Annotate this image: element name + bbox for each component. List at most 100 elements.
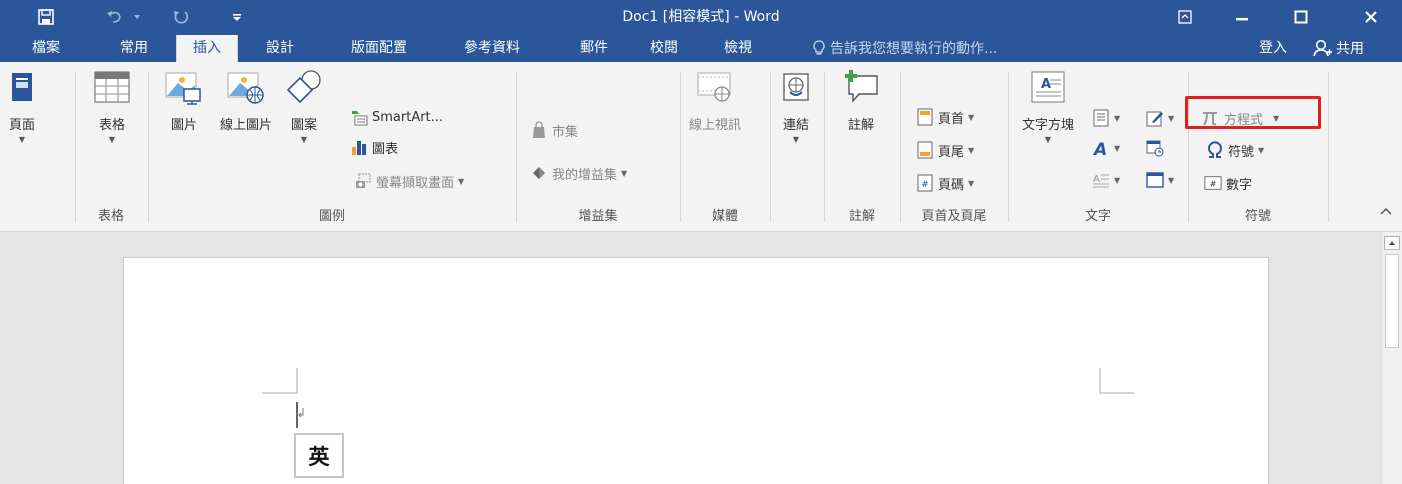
lightbulb-icon <box>813 40 825 55</box>
online-pictures-icon <box>226 66 266 108</box>
share-label: 共用 <box>1336 41 1364 57</box>
link-icon <box>776 66 816 108</box>
bar-chart-icon <box>350 138 368 156</box>
ribbon-tab-bar: 檔案 常用 插入 設計 版面配置 參考資料 郵件 校閱 檢視 告訴我您想要執行的… <box>0 34 1402 62</box>
tab-design[interactable]: 設計 <box>256 34 304 62</box>
page-icon <box>2 66 42 108</box>
svg-text:A: A <box>1092 140 1107 157</box>
page-number-button[interactable]: # 頁碼 ▼ <box>916 171 974 195</box>
collapse-ribbon-icon[interactable] <box>1378 203 1394 219</box>
chevron-down-icon: ▼ <box>792 135 800 144</box>
scroll-up-icon[interactable] <box>1384 236 1400 250</box>
group-label-comments: 註解 <box>848 209 875 224</box>
group-separator <box>824 72 825 222</box>
text-box-icon: A <box>1028 66 1068 108</box>
footer-button[interactable]: 頁尾 ▼ <box>916 138 974 162</box>
screenshot-button[interactable]: 螢幕擷取畫面 ▼ <box>354 169 464 193</box>
ime-mode-indicator[interactable]: 英 <box>294 433 344 478</box>
wordart-button[interactable]: A ▼ <box>1092 136 1120 160</box>
group-label-pages <box>0 208 74 226</box>
group-label-symbols: 符號 <box>1244 209 1271 224</box>
page-number-icon: # <box>916 174 934 192</box>
tab-file[interactable]: 檔案 <box>22 34 70 62</box>
pictures-button[interactable]: 圖片 <box>160 62 208 133</box>
online-video-icon <box>695 66 735 108</box>
redo-icon[interactable] <box>166 0 196 34</box>
group-separator <box>1328 72 1329 222</box>
drop-cap-button[interactable]: A ▼ <box>1092 168 1120 192</box>
table-button[interactable]: 表格 ▼ <box>88 62 136 144</box>
smartart-button[interactable]: SmartArt... <box>350 105 443 129</box>
chevron-down-icon: ▼ <box>300 135 308 144</box>
group-separator <box>75 72 76 222</box>
online-pictures-button[interactable]: 線上圖片 <box>204 62 288 133</box>
group-separator <box>516 72 517 222</box>
tab-review[interactable]: 校閱 <box>640 34 688 62</box>
online-video-button[interactable]: 線上視訊 <box>680 62 750 133</box>
tab-insert[interactable]: 插入 <box>176 35 238 62</box>
chevron-down-icon: ▼ <box>1114 175 1121 185</box>
shapes-icon <box>284 66 324 108</box>
header-button[interactable]: 頁首 ▼ <box>916 105 974 129</box>
ribbon-insert: 頁面 ▼ 表格 ▼ 表格 圖片 線上圖片 圖案 ▼ SmartArt... 圖表… <box>0 62 1402 232</box>
tell-me-box[interactable]: 告訴我您想要執行的動作... <box>812 34 997 62</box>
addins-icon <box>530 164 548 182</box>
store-button[interactable]: 市集 <box>530 118 578 142</box>
sign-in-link[interactable]: 登入 <box>1259 34 1287 62</box>
smartart-icon <box>350 108 368 126</box>
number-button[interactable]: # 數字 <box>1204 171 1252 195</box>
svg-text:A: A <box>1041 77 1051 92</box>
footer-icon <box>916 141 934 159</box>
link-button[interactable]: 連結 ▼ <box>774 62 818 144</box>
text-box-button[interactable]: A 文字方塊 ▼ <box>1010 62 1086 144</box>
cover-page-button[interactable]: 頁面 ▼ <box>2 62 42 144</box>
quick-parts-button[interactable]: ▼ <box>1092 106 1120 130</box>
ribbon-display-options-icon[interactable] <box>1162 0 1208 34</box>
customize-qat-icon[interactable] <box>226 0 248 34</box>
chevron-down-icon: ▼ <box>108 135 116 144</box>
group-label-header-footer: 頁首及頁尾 <box>921 209 987 224</box>
signature-line-button[interactable]: ▼ <box>1146 106 1174 130</box>
date-time-button[interactable] <box>1146 136 1164 160</box>
chevron-down-icon: ▼ <box>458 176 465 186</box>
share-button[interactable]: 共用 <box>1313 34 1364 62</box>
chevron-down-icon: ▼ <box>621 168 628 178</box>
save-icon[interactable] <box>30 0 62 34</box>
my-addins-button[interactable]: 我的增益集 ▼ <box>530 161 627 185</box>
chevron-down-icon: ▼ <box>1168 175 1175 185</box>
object-button[interactable]: ▼ <box>1146 168 1174 192</box>
person-icon <box>1313 39 1332 57</box>
close-icon[interactable] <box>1348 0 1394 34</box>
symbol-button[interactable]: 符號 ▼ <box>1206 138 1264 162</box>
minimize-icon[interactable] <box>1219 0 1265 34</box>
svg-text:#: # <box>921 180 929 190</box>
group-label-tables: 表格 <box>97 209 124 224</box>
tell-me-placeholder: 告訴我您想要執行的動作... <box>830 41 998 57</box>
wordart-icon: A <box>1092 139 1110 157</box>
tab-view[interactable]: 檢視 <box>714 34 762 62</box>
table-icon <box>92 66 132 108</box>
title-bar: Doc1 [相容模式] - Word <box>0 0 1402 34</box>
undo-dropdown-icon[interactable] <box>130 0 144 34</box>
scrollbar-thumb[interactable] <box>1385 254 1399 348</box>
tab-layout[interactable]: 版面配置 <box>340 34 418 62</box>
maximize-icon[interactable] <box>1278 0 1324 34</box>
group-label-addins: 增益集 <box>578 209 618 224</box>
tab-home[interactable]: 常用 <box>110 34 158 62</box>
chart-button[interactable]: 圖表 <box>350 135 398 159</box>
calendar-icon <box>1146 139 1164 157</box>
quick-parts-icon <box>1092 109 1110 127</box>
drop-cap-icon: A <box>1092 171 1110 189</box>
tab-mailings[interactable]: 郵件 <box>570 34 618 62</box>
omega-icon <box>1206 141 1224 159</box>
chevron-down-icon: ▼ <box>968 178 975 188</box>
shapes-button[interactable]: 圖案 ▼ <box>280 62 328 144</box>
tab-references[interactable]: 參考資料 <box>453 34 531 62</box>
group-separator <box>1008 72 1009 222</box>
vertical-scrollbar[interactable] <box>1381 232 1402 484</box>
comment-button[interactable]: 註解 <box>830 62 892 133</box>
chevron-down-icon: ▼ <box>1258 145 1265 155</box>
group-separator <box>1188 72 1189 222</box>
undo-icon[interactable] <box>100 0 130 34</box>
chevron-down-icon: ▼ <box>968 145 975 155</box>
